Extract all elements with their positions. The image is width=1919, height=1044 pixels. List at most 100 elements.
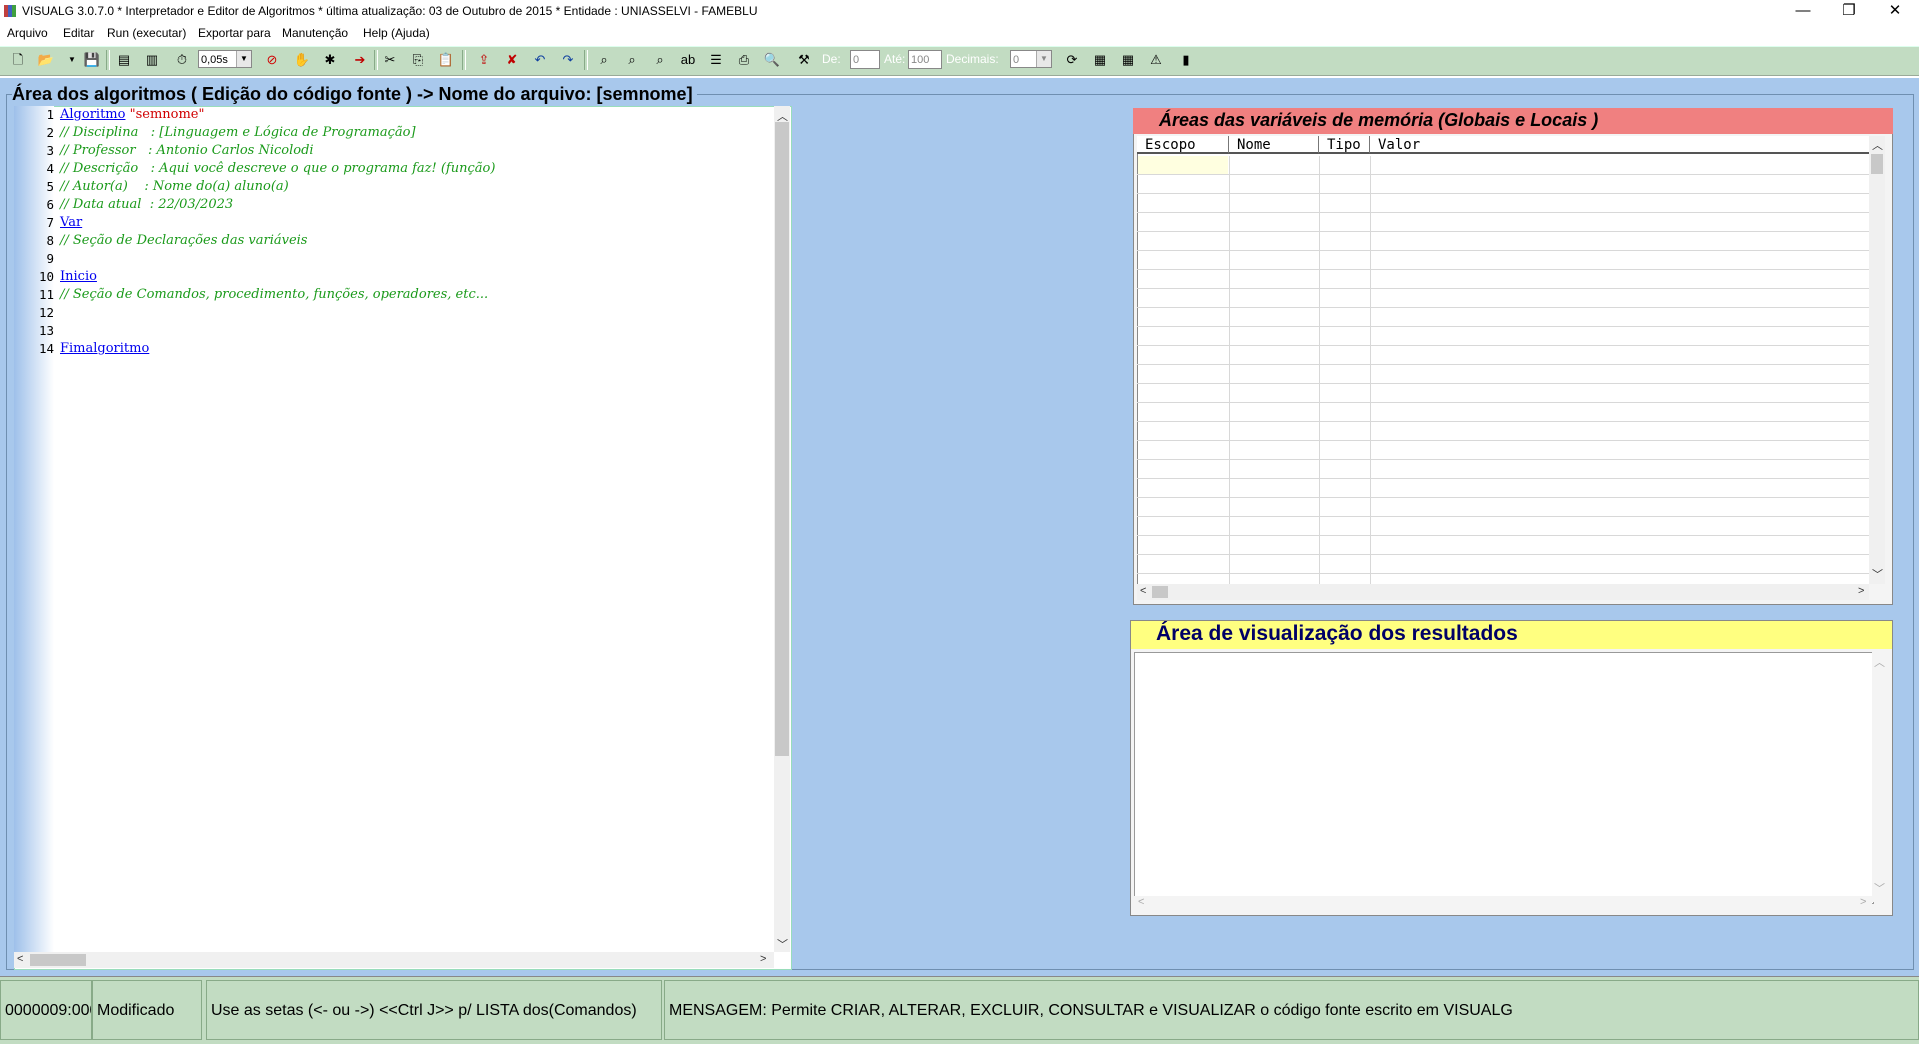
results-horizontal-scrollbar[interactable]	[1134, 896, 1872, 910]
scroll-down-icon[interactable]: ﹀	[777, 936, 788, 952]
column-tipo[interactable]: Tipo	[1319, 136, 1370, 154]
scroll-right-icon[interactable]: >	[1858, 585, 1864, 597]
export-icon[interactable]: ⇪	[474, 50, 494, 70]
code-line[interactable]: // Seção de Declarações das variáveis	[60, 233, 307, 248]
scroll-up-icon[interactable]: ︿	[1874, 654, 1885, 670]
speed-select[interactable]: 0,05s ▼	[198, 50, 252, 68]
grid-column-divider	[1229, 156, 1230, 584]
editor-horizontal-scrollbar[interactable]	[14, 952, 774, 968]
menu-arquivo[interactable]: Arquivo	[7, 26, 48, 40]
go-arrow-icon[interactable]: ➔	[350, 50, 370, 70]
decimais-label: Decimais:	[946, 52, 999, 66]
menu-exportar[interactable]: Exportar para	[198, 26, 271, 40]
cut-icon[interactable]: ✂	[380, 50, 400, 70]
line-number: 7	[46, 215, 54, 230]
line-number: 9	[46, 251, 54, 266]
speed-value: 0,05s	[201, 54, 228, 66]
code-line[interactable]: Algoritmo "semnome"	[60, 107, 204, 122]
code-line[interactable]: // Autor(a) : Nome do(a) aluno(a)	[60, 179, 289, 194]
toolbar-separator	[584, 50, 588, 70]
results-output-area[interactable]	[1134, 652, 1874, 904]
warning-icon[interactable]: ⚠	[1146, 50, 1166, 70]
grid-row-line	[1137, 193, 1869, 194]
ate-label: Até:	[884, 52, 906, 66]
close-button[interactable]: ✕	[1872, 0, 1918, 23]
grid-selected-cell[interactable]	[1138, 156, 1228, 174]
variables-vertical-scroll-thumb[interactable]	[1871, 154, 1883, 174]
variables-vertical-scrollbar[interactable]	[1869, 136, 1885, 584]
undo-icon[interactable]: ↶	[530, 50, 550, 70]
code-line[interactable]: // Professor : Antonio Carlos Nicolodi	[60, 143, 314, 158]
de-input[interactable]: 0	[850, 50, 880, 69]
find-binoculars-icon[interactable]: ⌕	[594, 50, 614, 70]
code-keyword: Inicio	[60, 269, 97, 284]
breakpoint-icon[interactable]: ✱	[320, 50, 340, 70]
editor-vertical-scroll-thumb[interactable]	[775, 122, 789, 756]
results-vertical-scrollbar[interactable]	[1872, 652, 1888, 902]
ab-icon[interactable]: ab	[678, 50, 698, 70]
delete-icon[interactable]: ✘	[502, 50, 522, 70]
scroll-up-icon[interactable]: ︿	[777, 108, 788, 124]
variables-horizontal-scroll-thumb[interactable]	[1152, 586, 1168, 598]
column-nome[interactable]: Nome	[1229, 136, 1319, 154]
code-line[interactable]: // Data atual : 22/03/2023	[60, 197, 233, 212]
grid-row-line	[1137, 174, 1869, 175]
step-icon[interactable]: ▥	[142, 50, 162, 70]
code-line[interactable]: Fimalgoritmo	[60, 341, 149, 356]
run-icon[interactable]: ▤	[114, 50, 134, 70]
scroll-right-icon[interactable]: >	[760, 953, 766, 965]
scroll-left-icon[interactable]: <	[17, 953, 23, 965]
print-icon[interactable]: ⎙	[734, 50, 754, 70]
line-number: 13	[38, 323, 54, 338]
line-number: 14	[38, 341, 54, 356]
grid-column-divider	[1319, 156, 1320, 584]
menu-run[interactable]: Run (executar)	[107, 26, 186, 40]
pause-hand-icon[interactable]: ✋	[292, 50, 312, 70]
code-line[interactable]: // Seção de Comandos, procedimento, funç…	[60, 287, 488, 302]
paste-icon[interactable]: 📋	[436, 50, 456, 70]
minimize-button[interactable]: —	[1780, 0, 1826, 23]
column-valor[interactable]: Valor	[1370, 136, 1869, 154]
open-recent-chevron-icon[interactable]: ▼	[62, 50, 82, 70]
grid-row-line	[1137, 535, 1869, 536]
code-line[interactable]: Inicio	[60, 269, 97, 284]
scroll-down-icon[interactable]: ﹀	[1872, 566, 1883, 582]
scroll-down-icon[interactable]: ﹀	[1874, 880, 1885, 896]
editor-horizontal-scroll-thumb[interactable]	[30, 954, 86, 966]
ate-input[interactable]: 100	[908, 50, 942, 69]
column-escopo[interactable]: Escopo	[1137, 136, 1229, 154]
copy-icon[interactable]: ⎘	[408, 50, 428, 70]
replace-icon[interactable]: ⌕	[650, 50, 670, 70]
scroll-left-icon[interactable]: <	[1138, 896, 1144, 908]
scroll-right-icon[interactable]: >	[1860, 896, 1866, 908]
line-number: 11	[38, 287, 54, 302]
timer-icon[interactable]: ⏱	[172, 50, 192, 70]
grid-row-line	[1137, 364, 1869, 365]
redo-icon[interactable]: ↷	[558, 50, 578, 70]
refresh-icon[interactable]: ⟳	[1062, 50, 1082, 70]
restore-button[interactable]: ❐	[1826, 0, 1872, 23]
menu-manutencao[interactable]: Manutenção	[282, 26, 348, 40]
menu-help[interactable]: Help (Ajuda)	[363, 26, 430, 40]
scroll-left-icon[interactable]: <	[1140, 585, 1146, 597]
new-file-icon[interactable]: 🗋	[8, 50, 28, 70]
indent-icon[interactable]: ☰	[706, 50, 726, 70]
open-file-icon[interactable]: 📂	[36, 50, 56, 70]
code-line[interactable]: // Disciplina : [Linguagem e Lógica de P…	[60, 125, 416, 140]
stop-icon[interactable]: ⊘	[262, 50, 282, 70]
menu-editar[interactable]: Editar	[63, 26, 94, 40]
scroll-up-icon[interactable]: ︿	[1872, 137, 1883, 153]
variables-horizontal-scrollbar[interactable]	[1137, 584, 1869, 600]
print-preview-icon[interactable]: 🔍	[762, 50, 782, 70]
code-line[interactable]: // Descrição : Aqui você descreve o que …	[60, 161, 495, 176]
decimais-chevron-down-icon[interactable]: ▼	[1036, 51, 1051, 67]
calculator-icon[interactable]: ▦	[1090, 50, 1110, 70]
table-icon[interactable]: ▦	[1118, 50, 1138, 70]
exit-door-icon[interactable]: ▮	[1176, 50, 1196, 70]
find-next-icon[interactable]: ⌕	[622, 50, 642, 70]
magic-wand-icon[interactable]: ⚒	[794, 50, 814, 70]
speed-chevron-down-icon[interactable]: ▼	[236, 51, 251, 67]
code-line[interactable]: Var	[60, 215, 82, 230]
decimais-select[interactable]: 0 ▼	[1010, 50, 1052, 68]
save-icon[interactable]: 💾	[82, 50, 102, 70]
